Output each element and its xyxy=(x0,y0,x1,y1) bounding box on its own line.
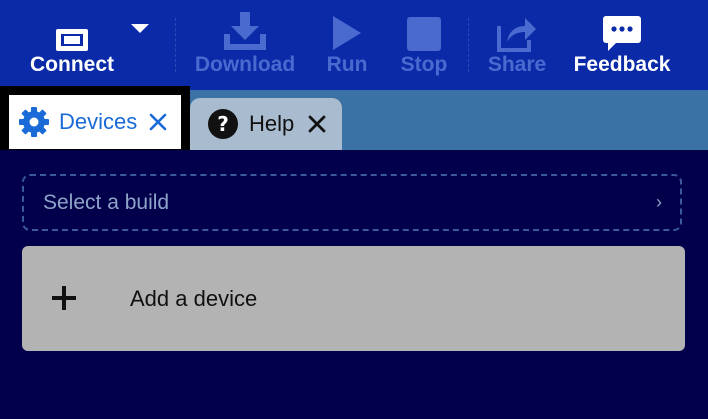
chevron-right-icon: › xyxy=(656,192,662,212)
svg-text:?: ? xyxy=(217,112,229,136)
share-button[interactable]: Share xyxy=(486,0,548,90)
share-label: Share xyxy=(487,53,547,76)
connect-button[interactable]: Connect xyxy=(26,0,118,90)
share-icon xyxy=(497,0,537,52)
run-label: Run xyxy=(326,53,368,76)
tab-devices[interactable]: Devices xyxy=(9,95,181,149)
usb-device-icon xyxy=(55,0,89,52)
tab-help[interactable]: ? Help xyxy=(190,98,342,150)
plus-icon xyxy=(50,284,78,317)
toolbar-separator xyxy=(468,18,469,72)
gear-icon xyxy=(19,107,49,137)
connect-label: Connect xyxy=(30,53,114,76)
feedback-label: Feedback xyxy=(573,53,671,76)
download-button[interactable]: Download xyxy=(194,0,296,90)
stop-label: Stop xyxy=(400,53,448,76)
feedback-button[interactable]: Feedback xyxy=(574,0,670,90)
stop-icon xyxy=(406,0,442,52)
play-icon xyxy=(331,0,363,52)
download-label: Download xyxy=(194,53,296,76)
add-device-button[interactable]: Add a device xyxy=(22,246,685,351)
select-build-dropdown[interactable]: Select a build › xyxy=(22,174,682,231)
download-icon xyxy=(222,0,268,52)
tab-help-label: Help xyxy=(249,111,295,136)
feedback-chat-icon xyxy=(602,0,642,52)
connect-dropdown-caret-icon[interactable] xyxy=(131,24,149,33)
top-toolbar: Connect Download Run Stop Share Feedback xyxy=(0,0,708,90)
close-tab-help-icon[interactable] xyxy=(308,115,326,133)
select-build-placeholder: Select a build xyxy=(43,190,170,214)
stop-button[interactable]: Stop xyxy=(398,0,450,90)
run-button[interactable]: Run xyxy=(322,0,372,90)
toolbar-separator xyxy=(175,18,176,72)
help-circle-icon: ? xyxy=(207,108,239,140)
close-tab-devices-icon[interactable] xyxy=(149,113,167,131)
add-device-label: Add a device xyxy=(130,285,258,311)
tab-devices-focus-outline: Devices xyxy=(0,86,190,158)
tab-devices-label: Devices xyxy=(59,109,138,134)
